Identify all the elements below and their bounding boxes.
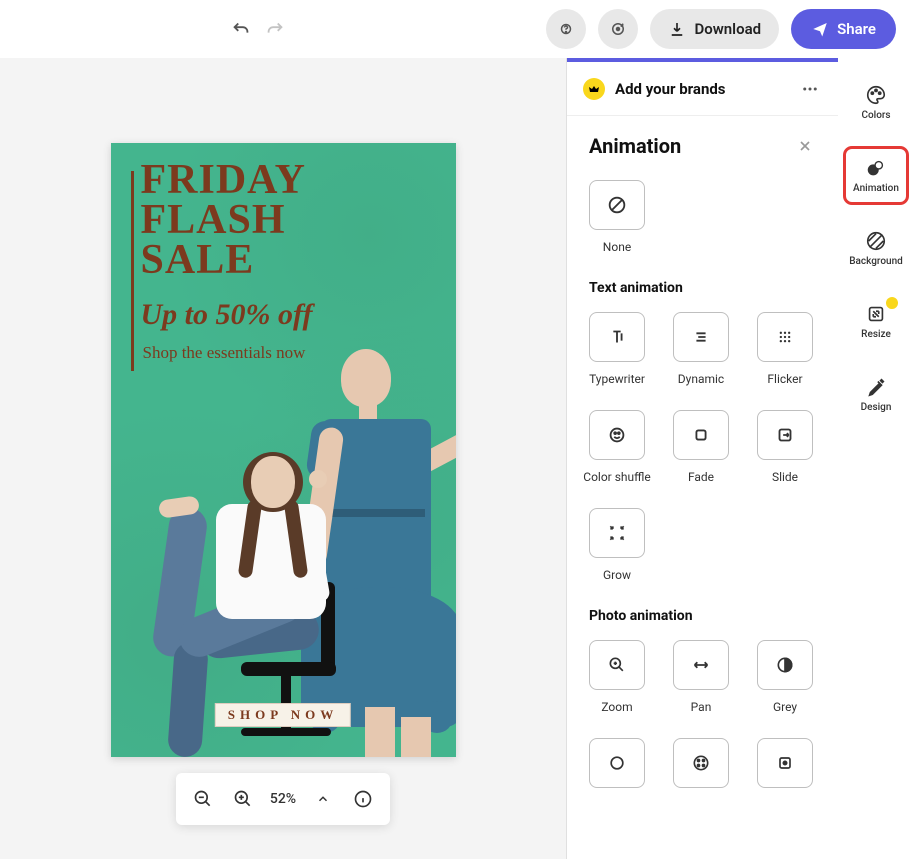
rail-colors[interactable]: Colors: [846, 76, 906, 129]
photo-anim-grid: Zoom Pan Grey: [589, 640, 816, 788]
ai-button[interactable]: [598, 9, 638, 49]
design-canvas[interactable]: FRIDAY FLASH SALE Up to 50% off Shop the…: [111, 143, 456, 757]
panel-content[interactable]: Animation None Text animation Typewriter: [567, 116, 838, 859]
headline-text[interactable]: FRIDAY FLASH SALE: [141, 161, 306, 281]
headline-l1: FRIDAY: [141, 161, 306, 201]
more-menu-button[interactable]: [798, 77, 822, 101]
hint-button[interactable]: [546, 9, 586, 49]
anim-colorshuffle[interactable]: Color shuffle: [589, 410, 645, 484]
anim-dynamic[interactable]: Dynamic: [673, 312, 729, 386]
rail-animation[interactable]: Animation: [846, 149, 906, 202]
canvas-area: FRIDAY FLASH SALE Up to 50% off Shop the…: [0, 58, 566, 859]
right-rail: Colors Animation Background Resize Desig…: [838, 58, 914, 859]
zoom-toolbar: 52%: [176, 773, 390, 825]
subhead-text[interactable]: Up to 50% off: [141, 298, 313, 332]
design-icon: [865, 376, 887, 398]
background-icon: [865, 230, 887, 252]
rail-design[interactable]: Design: [846, 368, 906, 421]
zoom-level[interactable]: 52%: [270, 791, 296, 807]
share-button[interactable]: Share: [791, 9, 896, 49]
brands-label-group[interactable]: Add your brands: [583, 78, 726, 100]
headline-l2: FLASH: [141, 201, 306, 241]
share-icon: [811, 20, 829, 38]
history-controls: [228, 16, 288, 42]
anim-label: None: [603, 240, 631, 254]
none-section: None: [589, 180, 816, 254]
side-panel: Add your brands Animation None: [566, 58, 838, 859]
panel-title: Animation: [589, 134, 681, 158]
headline-l3: SALE: [141, 241, 306, 281]
photo-anim-title: Photo animation: [589, 608, 816, 624]
anim-flicker[interactable]: Flicker: [757, 312, 813, 386]
premium-badge: [886, 297, 898, 309]
topbar-actions: Download Share: [546, 9, 896, 49]
download-label: Download: [694, 20, 761, 38]
accent-bar: [131, 171, 134, 371]
text-anim-grid: Typewriter Dynamic Flicker Color shuffle…: [589, 312, 816, 582]
text-anim-title: Text animation: [589, 280, 816, 296]
brands-title: Add your brands: [615, 80, 726, 98]
anim-typewriter[interactable]: Typewriter: [589, 312, 645, 386]
anim-zoom[interactable]: Zoom: [589, 640, 645, 714]
topbar: Download Share: [0, 0, 914, 58]
anim-grey[interactable]: Grey: [757, 640, 813, 714]
zoom-out-button[interactable]: [190, 786, 216, 812]
anim-extra-1[interactable]: [589, 738, 645, 788]
anim-fade[interactable]: Fade: [673, 410, 729, 484]
cta-button[interactable]: SHOP NOW: [215, 703, 351, 727]
palette-icon: [865, 84, 887, 106]
anim-slide[interactable]: Slide: [757, 410, 813, 484]
anim-grow[interactable]: Grow: [589, 508, 645, 582]
zoom-in-button[interactable]: [230, 786, 256, 812]
canvas-content: FRIDAY FLASH SALE Up to 50% off Shop the…: [111, 143, 456, 757]
resize-icon: [865, 303, 887, 325]
crown-icon: [583, 78, 605, 100]
animation-icon: [865, 157, 887, 179]
panel-header: Animation: [589, 134, 816, 158]
brands-bar: Add your brands: [567, 62, 838, 116]
rail-resize[interactable]: Resize: [846, 295, 906, 348]
none-icon: [589, 180, 645, 230]
anim-extra-3[interactable]: [757, 738, 813, 788]
info-button[interactable]: [350, 786, 376, 812]
zoom-chevron[interactable]: [310, 786, 336, 812]
anim-none[interactable]: None: [589, 180, 645, 254]
redo-button[interactable]: [262, 16, 288, 42]
anim-pan[interactable]: Pan: [673, 640, 729, 714]
tagline-text[interactable]: Shop the essentials now: [143, 343, 306, 363]
download-icon: [668, 20, 686, 38]
undo-button[interactable]: [228, 16, 254, 42]
download-button[interactable]: Download: [650, 9, 779, 49]
close-panel-button[interactable]: [794, 135, 816, 157]
share-label: Share: [837, 20, 876, 38]
main-row: FRIDAY FLASH SALE Up to 50% off Shop the…: [0, 58, 914, 859]
anim-extra-2[interactable]: [673, 738, 729, 788]
rail-background[interactable]: Background: [846, 222, 906, 275]
